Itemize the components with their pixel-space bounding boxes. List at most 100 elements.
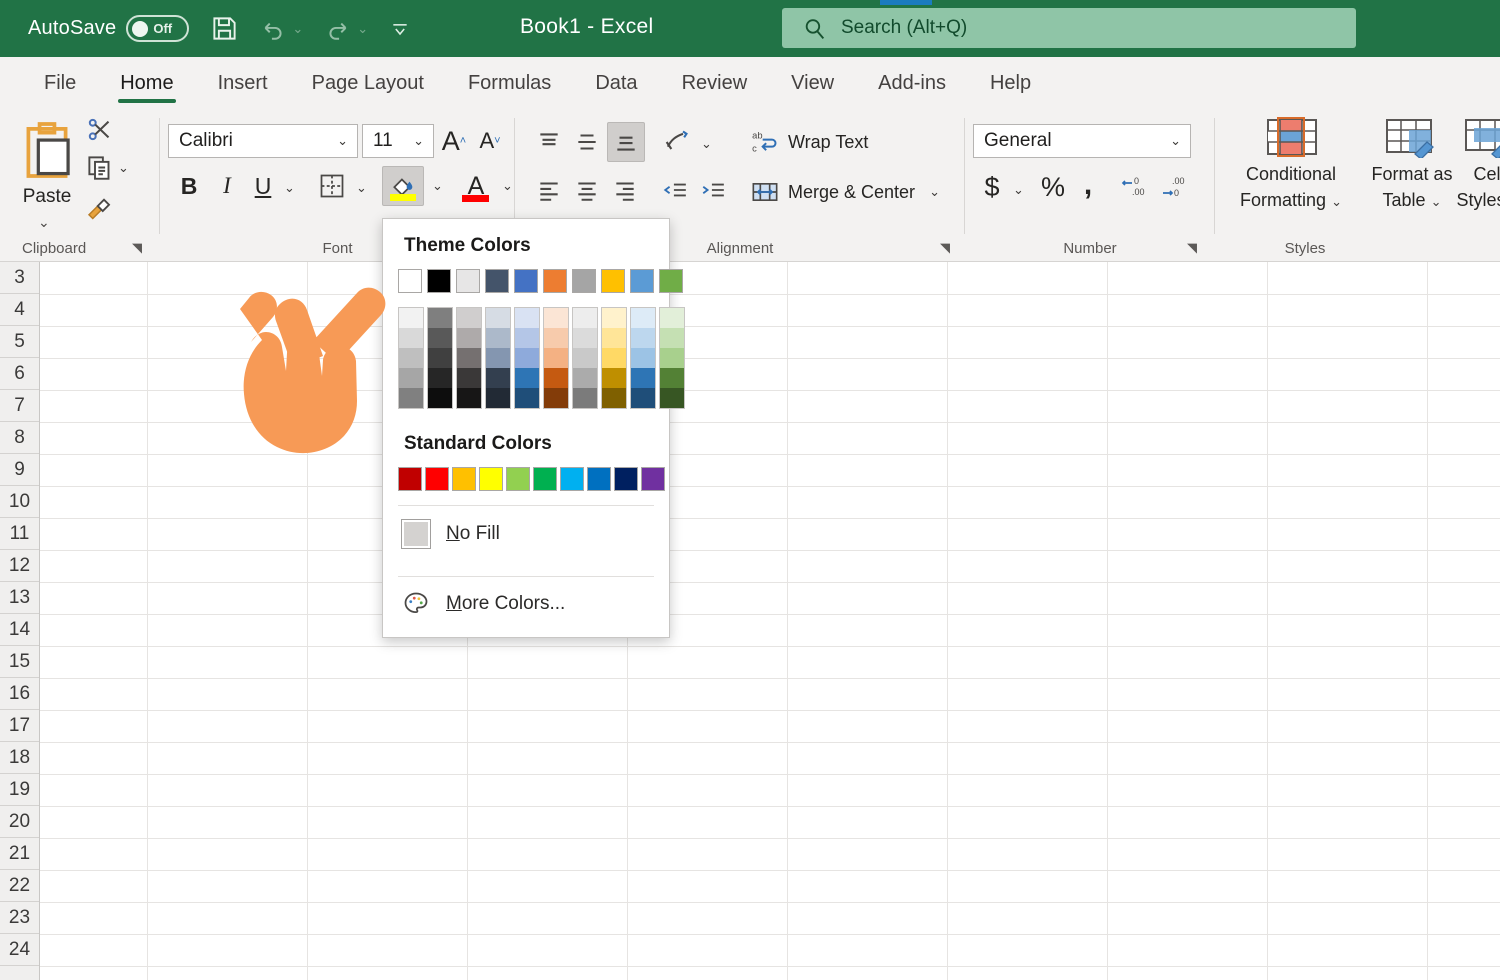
undo-icon[interactable]: ⌄ xyxy=(260,16,303,42)
theme-color-swatch[interactable] xyxy=(514,269,538,293)
number-format-select[interactable]: General ⌄ xyxy=(973,124,1191,158)
theme-color-variant-swatch[interactable] xyxy=(486,368,510,388)
theme-color-variant-swatch[interactable] xyxy=(428,368,452,388)
theme-color-variant-swatch[interactable] xyxy=(428,308,452,328)
align-center-icon[interactable] xyxy=(569,172,605,208)
row-header-cell[interactable]: 16 xyxy=(0,678,39,710)
tab-home[interactable]: Home xyxy=(98,72,195,106)
theme-color-variant-swatch[interactable] xyxy=(631,368,655,388)
customize-quick-access-toolbar-icon[interactable] xyxy=(390,19,410,39)
wrap-text-button[interactable]: ab c Wrap Text xyxy=(751,124,868,160)
decrease-font-size-icon[interactable]: A ˅ xyxy=(474,124,506,158)
theme-color-variant-swatch[interactable] xyxy=(602,348,626,368)
row-header-cell[interactable]: 19 xyxy=(0,774,39,806)
row-header-cell[interactable]: 6 xyxy=(0,358,39,390)
theme-color-variant-swatch[interactable] xyxy=(486,328,510,348)
format-as-table-icon[interactable] xyxy=(1365,114,1457,160)
theme-color-variant-swatch[interactable] xyxy=(457,308,481,328)
theme-color-variant-swatch[interactable] xyxy=(573,348,597,368)
font-color-caret-icon[interactable]: ⌄ xyxy=(502,178,513,194)
currency-format-button[interactable]: $ xyxy=(977,168,1007,206)
redo-icon[interactable]: ⌄ xyxy=(325,16,368,42)
text-orientation-icon[interactable] xyxy=(657,124,695,160)
row-header-cell[interactable]: 13 xyxy=(0,582,39,614)
increase-font-size-icon[interactable]: A ˄ xyxy=(438,124,470,158)
theme-color-variant-swatch[interactable] xyxy=(428,348,452,368)
theme-color-variant-swatch[interactable] xyxy=(457,328,481,348)
theme-color-variant-swatch[interactable] xyxy=(515,388,539,408)
italic-button[interactable]: I xyxy=(212,168,242,204)
theme-color-variant-swatch[interactable] xyxy=(399,328,423,348)
theme-color-variant-swatch[interactable] xyxy=(486,388,510,408)
font-size-input[interactable]: 11 ⌄ xyxy=(362,124,434,158)
theme-color-variant-swatch[interactable] xyxy=(399,388,423,408)
theme-color-variant-swatch[interactable] xyxy=(602,328,626,348)
theme-color-variant-swatch[interactable] xyxy=(602,368,626,388)
save-floppy-icon[interactable] xyxy=(211,15,238,42)
bold-button[interactable]: B xyxy=(174,168,204,204)
theme-color-swatch[interactable] xyxy=(543,269,567,293)
autosave-control[interactable]: AutoSave Off xyxy=(28,15,190,42)
borders-grid-icon[interactable] xyxy=(314,168,350,204)
theme-color-variant-swatch[interactable] xyxy=(457,348,481,368)
redo-caret-icon[interactable]: ⌄ xyxy=(357,21,368,37)
align-top-icon[interactable] xyxy=(531,124,567,160)
paste-clipboard-icon[interactable] xyxy=(14,116,80,184)
row-header-cell[interactable]: 15 xyxy=(0,646,39,678)
theme-color-swatch[interactable] xyxy=(659,269,683,293)
theme-color-variant-swatch[interactable] xyxy=(428,328,452,348)
row-header-cell[interactable]: 3 xyxy=(0,262,39,294)
theme-color-variant-swatch[interactable] xyxy=(573,388,597,408)
borders-caret-icon[interactable]: ⌄ xyxy=(356,180,367,196)
more-colors-menu-item[interactable]: More Colors... xyxy=(383,577,669,631)
fill-color-button[interactable] xyxy=(382,166,424,206)
theme-color-swatch[interactable] xyxy=(485,269,509,293)
theme-color-swatch[interactable] xyxy=(427,269,451,293)
theme-color-variant-swatch[interactable] xyxy=(399,368,423,388)
autosave-toggle[interactable]: Off xyxy=(126,15,190,42)
font-name-input[interactable]: Calibri ⌄ xyxy=(168,124,358,158)
theme-color-variant-swatch[interactable] xyxy=(399,308,423,328)
row-header-cell[interactable]: 17 xyxy=(0,710,39,742)
clipboard-dialog-launcher-icon[interactable]: ◥ xyxy=(132,240,147,255)
theme-color-variant-swatch[interactable] xyxy=(660,368,684,388)
number-format-caret-icon[interactable]: ⌄ xyxy=(1170,133,1190,149)
theme-color-variant-swatch[interactable] xyxy=(602,308,626,328)
tab-page-layout[interactable]: Page Layout xyxy=(290,72,446,106)
theme-color-variant-swatch[interactable] xyxy=(515,308,539,328)
increase-decimal-icon[interactable]: 0 .00 xyxy=(1117,168,1153,206)
tab-insert[interactable]: Insert xyxy=(196,72,290,106)
theme-color-variant-swatch[interactable] xyxy=(428,388,452,408)
theme-color-variant-swatch[interactable] xyxy=(399,348,423,368)
copy-icon[interactable] xyxy=(84,152,114,182)
undo-caret-icon[interactable]: ⌄ xyxy=(292,21,303,37)
theme-color-swatch[interactable] xyxy=(456,269,480,293)
tab-view[interactable]: View xyxy=(769,72,856,106)
no-fill-menu-item[interactable]: No Fill xyxy=(383,506,669,562)
percent-format-button[interactable]: % xyxy=(1037,168,1069,206)
decrease-decimal-icon[interactable]: .00 0 xyxy=(1157,168,1193,206)
underline-button[interactable]: U xyxy=(248,168,278,204)
row-header-cell[interactable]: 24 xyxy=(0,934,39,966)
standard-color-swatch[interactable] xyxy=(398,467,422,491)
standard-color-swatch[interactable] xyxy=(587,467,611,491)
theme-color-variant-swatch[interactable] xyxy=(573,328,597,348)
theme-color-variant-swatch[interactable] xyxy=(631,388,655,408)
conditional-formatting-caret-icon[interactable]: ⌄ xyxy=(1331,194,1342,209)
standard-color-swatch[interactable] xyxy=(560,467,584,491)
standard-color-swatch[interactable] xyxy=(479,467,503,491)
font-size-caret-icon[interactable]: ⌄ xyxy=(413,133,433,149)
align-bottom-icon[interactable] xyxy=(607,122,645,162)
theme-color-variant-swatch[interactable] xyxy=(544,348,568,368)
standard-color-swatch[interactable] xyxy=(641,467,665,491)
theme-color-variant-swatch[interactable] xyxy=(486,348,510,368)
theme-color-variant-swatch[interactable] xyxy=(631,308,655,328)
currency-caret-icon[interactable]: ⌄ xyxy=(1013,182,1024,198)
row-header-cell[interactable]: 7 xyxy=(0,390,39,422)
underline-caret-icon[interactable]: ⌄ xyxy=(284,180,295,196)
font-color-button[interactable]: A xyxy=(458,166,494,206)
standard-color-swatch[interactable] xyxy=(452,467,476,491)
theme-color-swatch[interactable] xyxy=(630,269,654,293)
format-painter-brush-icon[interactable] xyxy=(82,190,116,222)
row-header-cell[interactable]: 11 xyxy=(0,518,39,550)
